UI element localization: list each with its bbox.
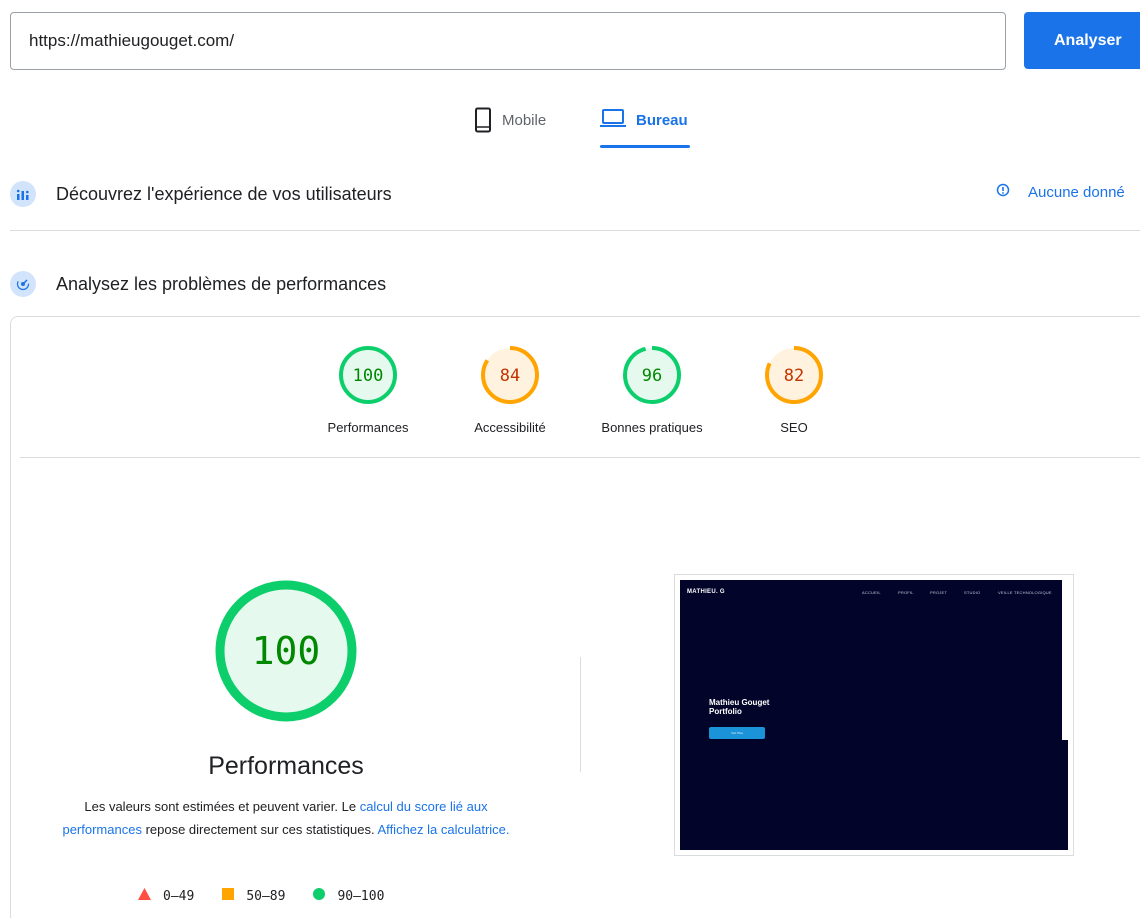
screenshot-nav-item: ACCUEIL	[862, 590, 881, 595]
circle-icon	[313, 888, 326, 904]
screenshot-hero-line2: Portfolio	[709, 707, 742, 716]
speedometer-icon	[10, 271, 36, 297]
url-input[interactable]	[11, 13, 1005, 69]
calculator-link[interactable]: Affichez la calculatrice.	[378, 822, 510, 837]
tab-mobile-label: Mobile	[502, 112, 547, 129]
gauge-performance-label: Performances	[327, 420, 409, 435]
gauge-best-practices-label: Bonnes pratiques	[601, 420, 703, 435]
users-chart-icon	[10, 181, 36, 207]
gauges-divider	[20, 457, 1140, 458]
gauge-best-practices[interactable]: 96 Bonnes pratiques	[587, 344, 717, 435]
legend-average: 50–89	[222, 888, 285, 904]
gauge-performance-ring: 100	[339, 346, 397, 404]
gauge-seo[interactable]: 82 SEO	[729, 344, 859, 435]
screenshot-cta-button: Voir Plus	[709, 727, 765, 739]
field-data-header: Découvrez l'expérience de vos utilisateu…	[10, 181, 392, 207]
tab-mobile[interactable]: Mobile	[474, 104, 546, 148]
gauge-performance[interactable]: 100 Performances	[303, 344, 433, 435]
square-icon	[222, 888, 235, 904]
legend-average-range: 50–89	[246, 888, 286, 904]
gauge-accessibility-ring: 84	[481, 346, 539, 404]
tab-desktop[interactable]: Bureau	[600, 104, 690, 148]
screenshot-nav-item: STUDIO	[964, 590, 981, 595]
analyze-button[interactable]: Analyser	[1024, 12, 1140, 69]
legend-pass: 90–100	[313, 888, 384, 904]
field-data-title: Découvrez l'expérience de vos utilisateu…	[56, 183, 392, 204]
phone-icon	[474, 104, 492, 137]
performance-big-score: 100	[252, 629, 321, 673]
gauge-accessibility[interactable]: 84 Accessibilité	[445, 344, 575, 435]
screenshot-hero-line1: Mathieu Gouget	[709, 698, 770, 707]
legend-fail: 0–49	[138, 888, 194, 904]
performance-big-gauge: 100	[215, 580, 357, 722]
screenshot-nav-item: PROFIL	[898, 590, 914, 595]
performance-description: Les valeurs sont estimées et peuvent var…	[60, 795, 512, 841]
no-data-notice[interactable]: Aucune donné	[996, 183, 1125, 201]
gauge-seo-score: 82	[784, 366, 804, 386]
gauge-best-practices-ring: 96	[623, 346, 681, 404]
lab-data-title: Analysez les problèmes de performances	[56, 273, 387, 294]
info-icon	[996, 183, 1010, 201]
lab-data-header: Analysez les problèmes de performances	[10, 271, 386, 297]
section-divider	[10, 230, 1140, 231]
tab-desktop-label: Bureau	[636, 112, 688, 129]
legend-pass-range: 90–100	[337, 888, 385, 904]
gauge-best-practices-score: 96	[642, 366, 662, 386]
vertical-divider	[580, 657, 581, 772]
gauge-accessibility-score: 84	[500, 366, 520, 386]
performance-title: Performances	[208, 752, 364, 780]
gauge-seo-ring: 82	[765, 346, 823, 404]
score-legend: 0–49 50–89 90–100	[138, 888, 412, 904]
triangle-icon	[138, 888, 151, 904]
screenshot-nav-item: PROJET	[930, 590, 947, 595]
laptop-icon	[600, 104, 626, 133]
legend-fail-range: 0–49	[163, 888, 195, 904]
desc-text-2: repose directement sur ces statistiques.	[141, 822, 378, 837]
screenshot-hero-title: Mathieu Gouget Portfolio	[709, 698, 769, 716]
gauge-seo-label: SEO	[780, 420, 808, 435]
page-screenshot-image: MATHIEU. G ACCUEIL PROFIL PROJET STUDIO …	[680, 580, 1068, 850]
gauge-accessibility-label: Accessibilité	[474, 420, 546, 435]
screenshot-nav-item: VEILLE TECHNOLOGIQUE	[998, 590, 1052, 595]
screenshot-white-strip	[1062, 580, 1068, 740]
no-data-text: Aucune donné	[1028, 183, 1125, 201]
desc-text-1: Les valeurs sont estimées et peuvent var…	[84, 799, 360, 814]
url-input-wrapper[interactable]	[10, 12, 1006, 70]
page-screenshot[interactable]: MATHIEU. G ACCUEIL PROFIL PROJET STUDIO …	[674, 574, 1074, 856]
gauge-performance-score: 100	[353, 366, 384, 386]
screenshot-brand: MATHIEU. G	[687, 589, 725, 595]
